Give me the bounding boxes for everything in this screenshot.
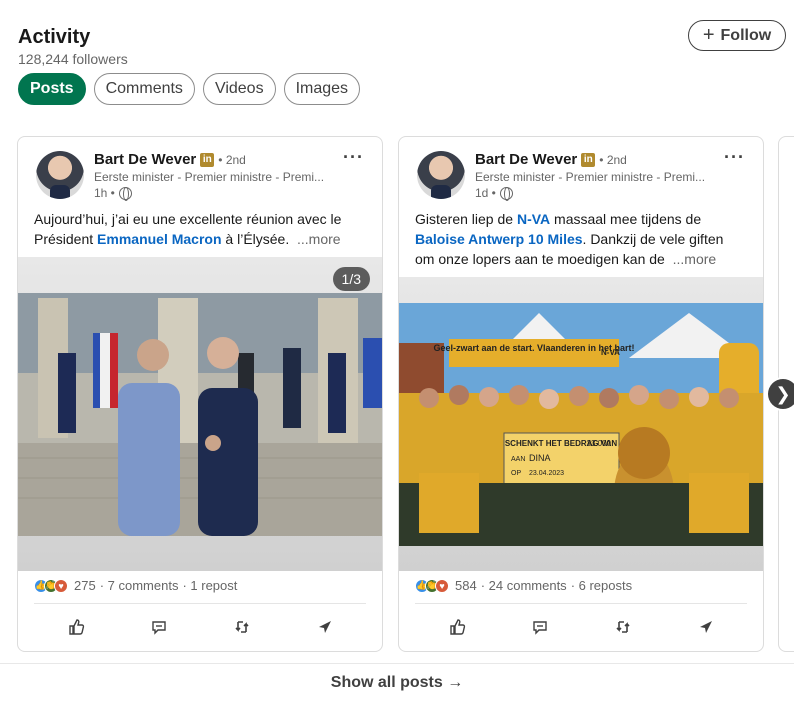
handshake-photo — [18, 293, 382, 536]
reactions-icons: 👍 👏 ♥ — [34, 578, 68, 593]
activity-header: Activity 128,244 followers — [18, 24, 128, 67]
social-counts[interactable]: 👍 👏 ♥ 275 · 7 comments · 1 repost — [34, 578, 237, 593]
followers-count: 128,244 followers — [18, 51, 128, 67]
group-photo: Geel-zwart aan de start. Vlaanderen in h… — [399, 303, 763, 546]
globe-icon — [118, 186, 132, 201]
post-author[interactable]: Bart De Wever in • 2nd — [475, 151, 627, 168]
send-icon[interactable] — [310, 615, 340, 639]
divider — [0, 663, 794, 664]
tab-comments[interactable]: Comments — [93, 73, 195, 105]
post-text: Aujourd’hui, j’ai eu une excellente réun… — [34, 211, 342, 247]
repost-icon[interactable] — [608, 615, 638, 639]
globe-icon — [499, 186, 513, 201]
photo — [18, 293, 382, 536]
mention-link[interactable]: Baloise Antwerp 10 Miles — [415, 231, 583, 247]
avatar[interactable] — [417, 151, 465, 199]
comment-count[interactable]: · 24 comments — [481, 578, 567, 593]
more-options-icon[interactable]: ··· — [724, 147, 745, 168]
post-card[interactable]: Bart De Wever in • 2nd Eerste minister -… — [398, 136, 764, 652]
linkedin-premium-icon: in — [581, 152, 596, 167]
mention-link[interactable]: N-VA — [517, 211, 550, 227]
author-name[interactable]: Bart De Wever — [475, 151, 577, 168]
love-reaction-icon: ♥ — [54, 578, 68, 593]
tab-videos[interactable]: Videos — [202, 73, 276, 105]
repost-count[interactable]: · 1 repost — [182, 578, 237, 593]
cheque-date: 23.04.2023 — [529, 470, 564, 477]
post-text: Gisteren liep de N-VA massaal mee tijden… — [415, 211, 724, 267]
show-all-posts-button[interactable]: Show all posts → — [0, 674, 794, 692]
activity-tabs: Posts Comments Videos Images — [18, 73, 361, 105]
post-time: 1d • — [475, 186, 513, 201]
repost-icon[interactable] — [227, 615, 257, 639]
like-icon[interactable] — [61, 615, 91, 639]
plus-icon: + — [702, 23, 715, 46]
comment-icon[interactable] — [525, 615, 555, 639]
post-card[interactable]: Bart De Wever in • 2nd Eerste minister -… — [17, 136, 383, 652]
connection-degree: • 2nd — [218, 152, 246, 167]
author-headline: Eerste minister - Premier ministre - Pre… — [94, 170, 324, 184]
mention-link[interactable]: Emmanuel Macron — [97, 231, 221, 247]
like-icon[interactable] — [442, 615, 472, 639]
follow-label: Follow — [720, 26, 772, 44]
media-counter: 1/3 — [332, 267, 370, 291]
photo: Geel-zwart aan de start. Vlaanderen in h… — [399, 303, 763, 546]
reaction-count[interactable]: 584 — [455, 578, 477, 593]
cheque-date-label: OP — [511, 470, 521, 477]
carousel-next-icon[interactable]: ❯ — [768, 379, 794, 409]
see-more-link[interactable]: ...more — [673, 251, 717, 267]
tab-images[interactable]: Images — [283, 73, 361, 105]
more-options-icon[interactable]: ··· — [343, 147, 364, 168]
reaction-count[interactable]: 275 — [74, 578, 96, 593]
send-icon[interactable] — [691, 615, 721, 639]
repost-count[interactable]: · 6 reposts — [571, 578, 632, 593]
post-author[interactable]: Bart De Wever in • 2nd — [94, 151, 246, 168]
see-more-link[interactable]: ...more — [297, 231, 341, 247]
divider — [34, 603, 366, 604]
banner-logo: N-VA — [601, 348, 620, 357]
connection-degree: • 2nd — [599, 152, 627, 167]
love-reaction-icon: ♥ — [435, 578, 449, 593]
cheque-amount: 23.000 — [587, 439, 612, 448]
divider — [415, 603, 747, 604]
cheque-recipient: DINA — [529, 453, 551, 463]
post-time: 1h • — [94, 186, 132, 201]
comment-icon[interactable] — [144, 615, 174, 639]
post-actions — [34, 615, 366, 639]
avatar[interactable] — [36, 151, 84, 199]
author-headline: Eerste minister - Premier ministre - Pre… — [475, 170, 705, 184]
follow-button[interactable]: + Follow — [688, 20, 786, 51]
social-counts[interactable]: 👍 👏 ♥ 584 · 24 comments · 6 reposts — [415, 578, 632, 593]
tab-posts[interactable]: Posts — [18, 73, 86, 105]
comment-count[interactable]: · 7 comments — [100, 578, 179, 593]
section-title: Activity — [18, 26, 91, 48]
post-actions — [415, 615, 747, 639]
linkedin-premium-icon: in — [200, 152, 215, 167]
cheque-to-label: AAN — [511, 456, 525, 463]
post-image[interactable]: 1/3 — [18, 257, 382, 571]
reactions-icons: 👍 👏 ♥ — [415, 578, 449, 593]
author-name[interactable]: Bart De Wever — [94, 151, 196, 168]
post-image[interactable]: Geel-zwart aan de start. Vlaanderen in h… — [399, 277, 763, 571]
